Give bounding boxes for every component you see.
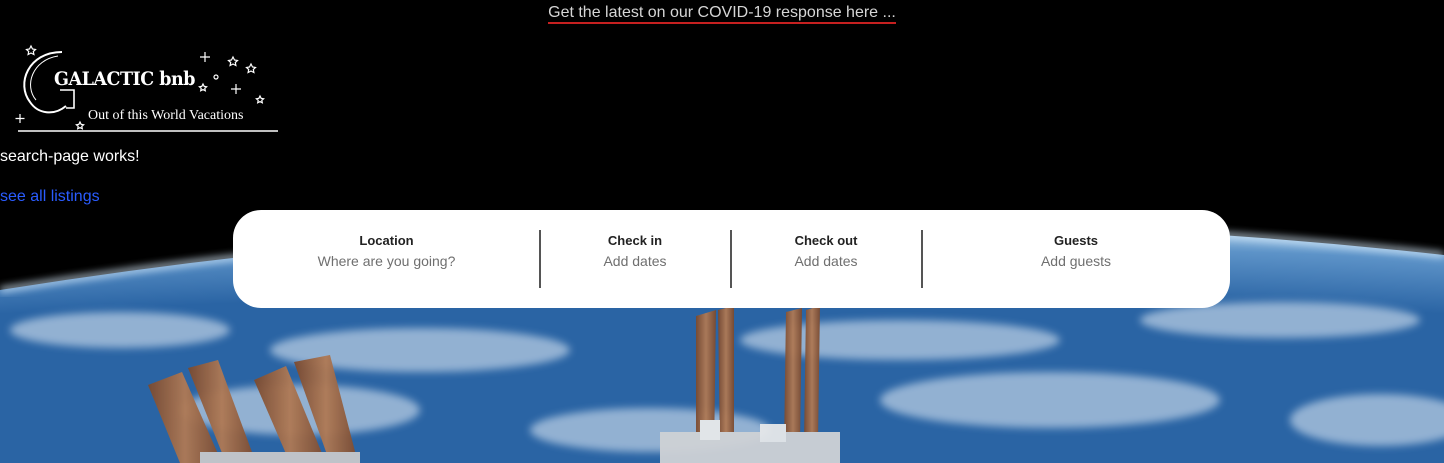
- guests-label: Guests: [1053, 233, 1099, 248]
- check-in-label: Check in: [607, 233, 663, 248]
- logo-graphic: [15, 44, 278, 132]
- guests-field[interactable]: Guests Add guests: [922, 210, 1230, 308]
- check-in-input[interactable]: Add dates: [540, 253, 730, 269]
- covid-banner: Get the latest on our COVID-19 response …: [0, 3, 1444, 24]
- see-all-listings-link[interactable]: see all listings: [0, 188, 100, 206]
- location-input[interactable]: Where are you going?: [233, 253, 540, 269]
- search-page-status-text: search-page works!: [0, 148, 140, 165]
- check-out-input[interactable]: Add dates: [731, 253, 921, 269]
- location-label: Location: [359, 233, 414, 248]
- logo-title: GALACTIC bnb: [54, 68, 196, 90]
- logo-tagline: Out of this World Vacations: [88, 108, 244, 123]
- galactic-bnb-logo[interactable]: GALACTIC bnb Out of this World Vacations: [0, 42, 292, 144]
- search-bar: Location Where are you going? Check in A…: [233, 210, 1230, 308]
- guests-input[interactable]: Add guests: [922, 253, 1230, 269]
- check-out-field[interactable]: Check out Add dates: [731, 210, 921, 308]
- check-out-label: Check out: [794, 233, 858, 248]
- covid-response-link[interactable]: Get the latest on our COVID-19 response …: [548, 3, 896, 24]
- location-field[interactable]: Location Where are you going?: [233, 210, 540, 308]
- check-in-field[interactable]: Check in Add dates: [540, 210, 730, 308]
